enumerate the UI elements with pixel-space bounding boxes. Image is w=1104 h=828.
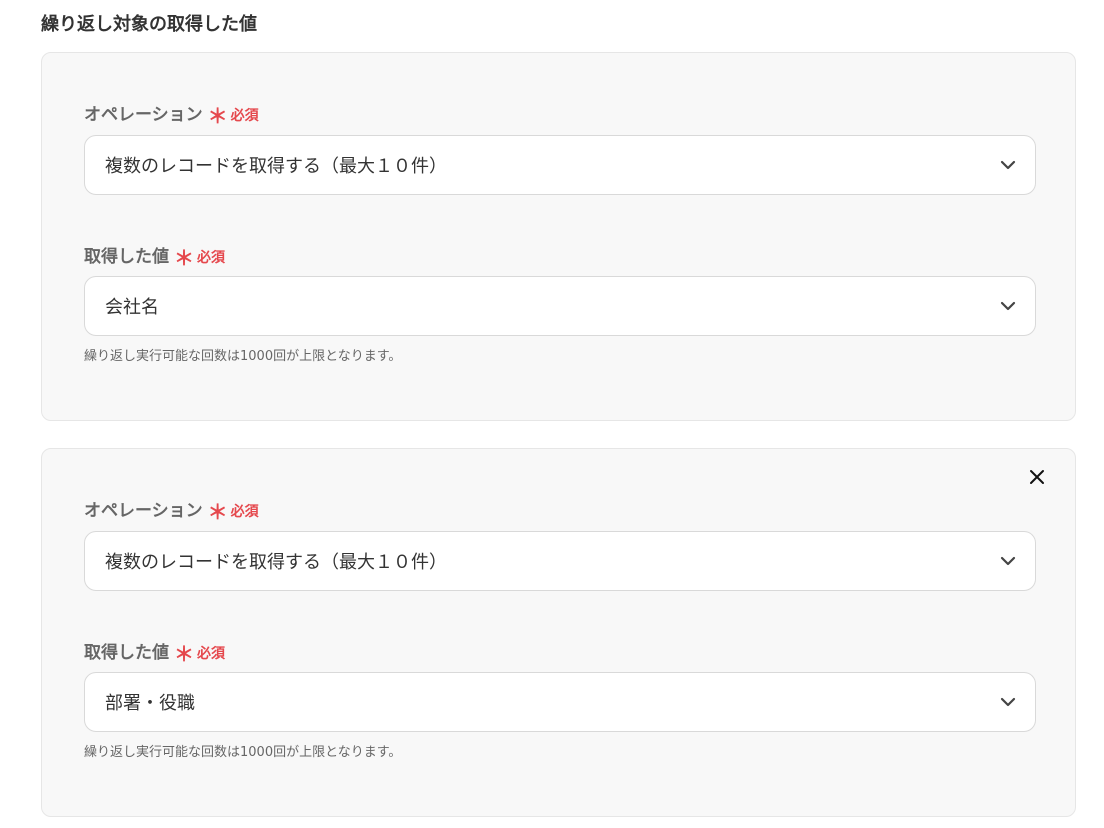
operation-label: オペレーション ＊ 必須	[84, 97, 259, 128]
remove-card-button[interactable]	[1025, 467, 1049, 491]
section-title: 繰り返し対象の取得した値	[41, 14, 257, 35]
operation-select-value: 複数のレコードを取得する（最大１０件）	[105, 156, 447, 177]
loop-limit-hint: 繰り返し実行可能な回数は1000回が上限となります。	[84, 745, 402, 760]
value-select[interactable]: 部署・役職	[84, 672, 1036, 732]
chevron-down-icon	[999, 693, 1017, 711]
loop-target-card-1: オペレーション ＊ 必須 複数のレコードを取得する（最大１０件） 取得した値 ＊…	[41, 52, 1076, 421]
value-label-text: 取得した値	[84, 643, 169, 663]
required-asterisk: ＊	[174, 246, 194, 270]
loop-limit-hint: 繰り返し実行可能な回数は1000回が上限となります。	[84, 349, 402, 364]
chevron-down-icon	[999, 297, 1017, 315]
value-label-text: 取得した値	[84, 247, 169, 267]
value-select-value: 部署・役職	[105, 693, 195, 714]
required-asterisk: ＊	[174, 642, 194, 666]
value-label: 取得した値 ＊ 必須	[84, 239, 225, 270]
operation-label-text: オペレーション	[84, 501, 203, 521]
operation-select-value: 複数のレコードを取得する（最大１０件）	[105, 552, 447, 573]
required-text: 必須	[230, 108, 259, 124]
close-icon	[1029, 469, 1045, 489]
required-text: 必須	[230, 504, 259, 520]
operation-select[interactable]: 複数のレコードを取得する（最大１０件）	[84, 531, 1036, 591]
operation-label-text: オペレーション	[84, 105, 203, 125]
operation-label: オペレーション ＊ 必須	[84, 493, 259, 524]
required-asterisk: ＊	[207, 104, 228, 128]
required-asterisk: ＊	[207, 500, 228, 524]
chevron-down-icon	[999, 156, 1017, 174]
operation-select[interactable]: 複数のレコードを取得する（最大１０件）	[84, 135, 1036, 195]
required-text: 必須	[197, 646, 225, 662]
required-text: 必須	[197, 250, 225, 266]
loop-target-card-2: オペレーション ＊ 必須 複数のレコードを取得する（最大１０件） 取得した値 ＊…	[41, 448, 1076, 817]
value-select-value: 会社名	[105, 297, 159, 318]
chevron-down-icon	[999, 552, 1017, 570]
value-select[interactable]: 会社名	[84, 276, 1036, 336]
value-label: 取得した値 ＊ 必須	[84, 635, 225, 666]
